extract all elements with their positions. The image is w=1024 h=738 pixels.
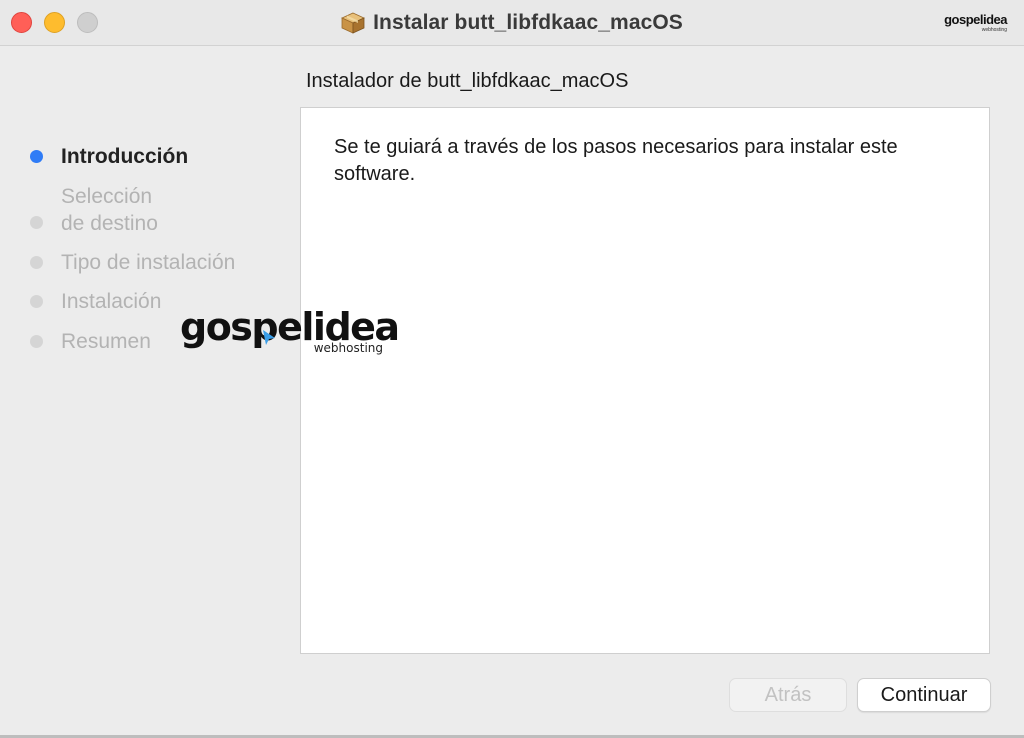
title-bar[interactable]: Instalar butt_libfdkaac_macOS gospelidea…	[0, 0, 1024, 46]
zoom-button[interactable]	[77, 12, 98, 33]
cursor-arrow-icon	[263, 330, 275, 345]
brand-logo-sub: webhosting	[981, 27, 1007, 33]
step-indicator-dot	[30, 335, 43, 348]
content-panel: Se te guiará a través de los pasos neces…	[300, 107, 990, 654]
step-label: Instalación	[61, 290, 162, 313]
continue-button[interactable]: Continuar	[857, 678, 991, 712]
installer-window: Instalar butt_libfdkaac_macOS gospelidea…	[0, 0, 1024, 738]
watermark-logo-sub: webhosting	[313, 341, 383, 355]
brand-logo-main: gospelidea	[944, 12, 1007, 27]
step-indicator-dot	[30, 216, 43, 229]
step-label: Introducción	[61, 145, 189, 168]
step-introduccion: Introducción	[30, 143, 290, 170]
installer-heading: Instalador de butt_libfdkaac_macOS	[306, 70, 629, 92]
step-label: Resumen	[61, 330, 151, 353]
watermark-logo: gospelidea webhosting	[180, 305, 400, 355]
step-indicator-dot	[30, 150, 43, 163]
back-button[interactable]: Atrás	[729, 678, 847, 712]
minimize-button[interactable]	[44, 12, 65, 33]
step-seleccion-destino: Selección de destino	[30, 183, 290, 237]
step-label: Selección de destino	[61, 185, 158, 235]
window-title: Instalar butt_libfdkaac_macOS	[373, 11, 683, 34]
package-icon	[341, 12, 366, 34]
step-indicator-dot	[30, 256, 43, 269]
brand-logo: gospelidea webhosting	[944, 12, 1007, 33]
step-label: Tipo de instalación	[61, 251, 236, 274]
close-button[interactable]	[11, 12, 32, 33]
intro-text: Se te guiará a través de los pasos neces…	[334, 136, 898, 185]
step-indicator-dot	[30, 295, 43, 308]
step-tipo-instalacion: Tipo de instalación	[30, 249, 290, 276]
